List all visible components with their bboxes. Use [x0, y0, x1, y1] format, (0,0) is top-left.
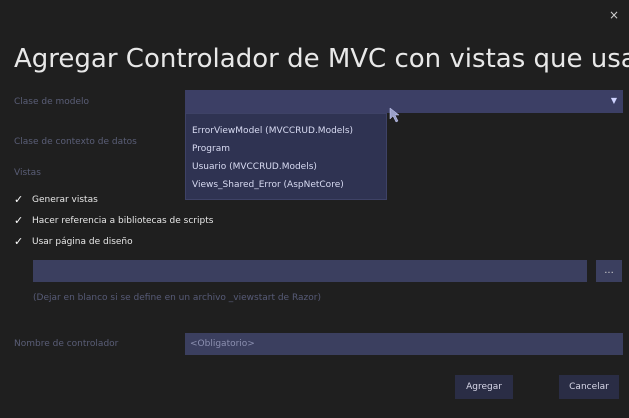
controller-name-label: Nombre de controlador	[14, 339, 119, 349]
dropdown-option[interactable]: ErrorViewModel (MVCCRUD.Models)	[192, 126, 353, 136]
use-layout-page-checkbox[interactable]: ✓ Usar página de diseño	[14, 235, 133, 248]
checkmark-icon: ✓	[14, 235, 24, 248]
dropdown-option[interactable]: Program	[192, 144, 230, 154]
controller-name-placeholder: <Obligatorio>	[190, 339, 255, 349]
checkmark-icon: ✓	[14, 193, 24, 206]
model-class-combobox[interactable]: ▼	[185, 90, 623, 113]
model-class-label: Clase de modelo	[14, 97, 90, 107]
checkmark-icon: ✓	[14, 214, 24, 227]
checkbox-label: Hacer referencia a bibliotecas de script…	[32, 215, 214, 226]
browse-button[interactable]: ...	[596, 260, 622, 282]
dropdown-option[interactable]: Views_Shared_Error (AspNetCore)	[192, 180, 344, 190]
mouse-pointer-icon	[389, 107, 400, 123]
views-label: Vistas	[14, 168, 41, 178]
generate-views-checkbox[interactable]: ✓ Generar vistas	[14, 193, 98, 206]
chevron-down-icon[interactable]: ▼	[611, 96, 617, 105]
reference-script-libraries-checkbox[interactable]: ✓ Hacer referencia a bibliotecas de scri…	[14, 214, 213, 227]
add-mvc-controller-dialog: × Agregar Controlador de MVC con vistas …	[0, 0, 629, 418]
checkbox-label: Generar vistas	[32, 194, 98, 205]
data-context-label: Clase de contexto de datos	[14, 137, 137, 147]
close-icon[interactable]: ×	[609, 8, 619, 22]
checkbox-label: Usar página de diseño	[32, 236, 133, 247]
dialog-title: Agregar Controlador de MVC con vistas qu…	[14, 44, 629, 74]
layout-hint-text: (Dejar en blanco si se define en un arch…	[33, 293, 321, 303]
controller-name-input[interactable]: <Obligatorio>	[185, 333, 623, 355]
add-button[interactable]: Agregar	[455, 375, 513, 399]
model-class-dropdown-list: ErrorViewModel (MVCCRUD.Models) Program …	[185, 113, 387, 200]
dropdown-option[interactable]: Usuario (MVCCRUD.Models)	[192, 162, 317, 172]
cancel-button[interactable]: Cancelar	[559, 375, 619, 399]
layout-page-input[interactable]	[33, 260, 587, 282]
